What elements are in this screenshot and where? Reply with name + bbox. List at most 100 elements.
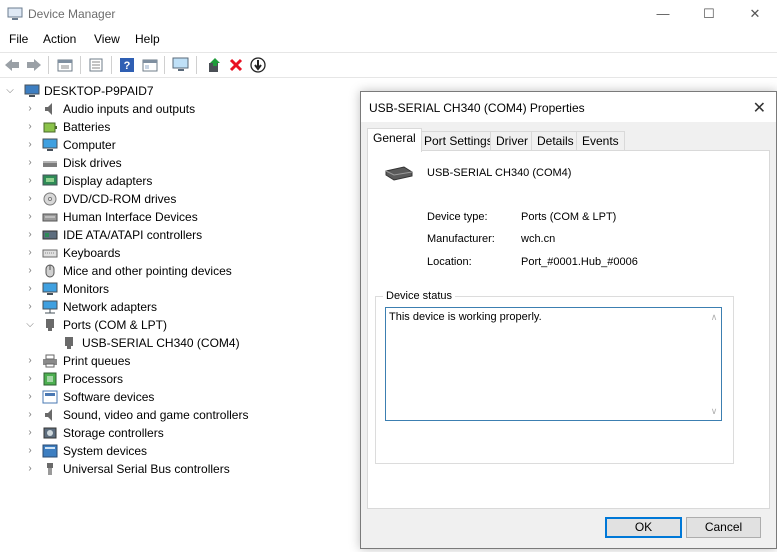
chevron-right-icon[interactable]: › xyxy=(25,424,35,442)
action-view-icon[interactable] xyxy=(141,56,159,74)
tab-port-settings[interactable]: Port Settings xyxy=(418,131,499,151)
properties-dialog: USB-SERIAL CH340 (COM4) Properties ✕ Gen… xyxy=(360,91,777,549)
toolbar-divider xyxy=(196,56,197,74)
menu-action[interactable]: Action xyxy=(43,32,76,46)
cancel-button[interactable]: Cancel xyxy=(686,517,761,538)
tree-item-print-queues[interactable]: › Print queues xyxy=(0,352,320,370)
device-type-label: Device type: xyxy=(427,211,488,223)
chevron-right-icon[interactable]: › xyxy=(25,388,35,406)
toolbar: ? xyxy=(0,52,777,78)
tree-item-batteries[interactable]: › Batteries xyxy=(0,118,320,136)
tree-item-network[interactable]: › Network adapters xyxy=(0,298,320,316)
dialog-title: USB-SERIAL CH340 (COM4) Properties xyxy=(369,101,585,115)
tree-item-hid[interactable]: › Human Interface Devices xyxy=(0,208,320,226)
tree-item-label: Print queues xyxy=(63,354,131,368)
properties-icon[interactable] xyxy=(56,56,74,74)
tree-item-software[interactable]: › Software devices xyxy=(0,388,320,406)
tree-item-monitors[interactable]: › Monitors xyxy=(0,280,320,298)
chevron-down-icon[interactable]: ⌵ xyxy=(25,316,35,334)
tab-driver[interactable]: Driver xyxy=(490,131,534,151)
tree-item-audio[interactable]: › Audio inputs and outputs xyxy=(0,100,320,118)
tree-item-label: Storage controllers xyxy=(63,426,164,440)
tree-item-ide[interactable]: › IDE ATA/ATAPI controllers xyxy=(0,226,320,244)
chevron-right-icon[interactable]: › xyxy=(25,442,35,460)
tree-item-disk-drives[interactable]: › Disk drives xyxy=(0,154,320,172)
minimize-button[interactable]: — xyxy=(640,0,686,28)
tree-item-system[interactable]: › System devices xyxy=(0,442,320,460)
tree-item-mice[interactable]: › Mice and other pointing devices xyxy=(0,262,320,280)
chevron-right-icon[interactable]: › xyxy=(25,190,35,208)
chevron-right-icon[interactable]: › xyxy=(25,136,35,154)
tab-general[interactable]: General xyxy=(367,128,422,152)
help-icon[interactable]: ? xyxy=(118,56,136,74)
chevron-right-icon[interactable]: › xyxy=(25,262,35,280)
chevron-right-icon[interactable]: › xyxy=(25,154,35,172)
ide-icon xyxy=(42,230,58,240)
chevron-right-icon[interactable]: › xyxy=(25,118,35,136)
menu-view[interactable]: View xyxy=(94,32,120,46)
tree-item-label: Display adapters xyxy=(63,174,153,188)
chevron-right-icon[interactable]: › xyxy=(25,280,35,298)
chevron-right-icon[interactable]: › xyxy=(25,352,35,370)
toolbar-divider xyxy=(48,56,49,74)
tree-item-label: Universal Serial Bus controllers xyxy=(63,462,230,476)
tab-events[interactable]: Events xyxy=(576,131,625,151)
tree-item-usb[interactable]: › Universal Serial Bus controllers xyxy=(0,460,320,478)
chevron-right-icon[interactable]: › xyxy=(25,298,35,316)
speaker-icon xyxy=(45,103,52,115)
chevron-right-icon[interactable]: › xyxy=(25,100,35,118)
tree-item-computer[interactable]: › Computer xyxy=(0,136,320,154)
close-button[interactable]: ✕ xyxy=(732,0,777,28)
display-adapter-icon xyxy=(42,174,58,186)
tree-item-label: Sound, video and game controllers xyxy=(63,408,249,422)
chevron-right-icon[interactable]: › xyxy=(25,226,35,244)
tree-item-storage[interactable]: › Storage controllers xyxy=(0,424,320,442)
hid-icon xyxy=(42,213,58,222)
chevron-right-icon[interactable]: › xyxy=(25,244,35,262)
device-manager-icon xyxy=(7,7,23,20)
chevron-down-icon[interactable]: ⌵ xyxy=(5,82,15,100)
back-arrow-icon[interactable] xyxy=(3,56,21,74)
svg-text:?: ? xyxy=(124,60,131,72)
tree-item-label: Disk drives xyxy=(63,156,122,170)
scroll-down-icon[interactable]: ∨ xyxy=(707,404,721,418)
uninstall-icon[interactable] xyxy=(227,56,245,74)
tree-item-label: Monitors xyxy=(63,282,110,296)
tree-item-ports[interactable]: ⌵ Ports (COM & LPT) xyxy=(0,316,320,334)
tree-item-processors[interactable]: › Processors xyxy=(0,370,320,388)
ok-button[interactable]: OK xyxy=(605,517,682,538)
device-status-textbox[interactable]: This device is working properly. ∧ ∨ xyxy=(385,307,722,421)
port-icon xyxy=(46,319,54,331)
location-value: Port_#0001.Hub_#0006 xyxy=(521,256,638,268)
chevron-right-icon[interactable]: › xyxy=(25,370,35,388)
tree-item-usb-serial[interactable]: USB-SERIAL CH340 (COM4) xyxy=(0,334,320,352)
menu-help[interactable]: Help xyxy=(135,32,160,46)
chevron-right-icon[interactable]: › xyxy=(25,406,35,424)
tab-details[interactable]: Details xyxy=(531,131,580,151)
maximize-button[interactable]: ☐ xyxy=(686,0,732,28)
dialog-close-button[interactable]: ✕ xyxy=(753,98,766,118)
tree-item-keyboards[interactable]: › Keyboards xyxy=(0,244,320,262)
chevron-right-icon[interactable]: › xyxy=(25,460,35,478)
menu-file[interactable]: File xyxy=(9,32,28,46)
scroll-up-icon[interactable]: ∧ xyxy=(707,310,721,324)
tree-item-display-adapters[interactable]: › Display adapters xyxy=(0,172,320,190)
forward-arrow-icon[interactable] xyxy=(25,56,43,74)
update-driver-icon[interactable] xyxy=(205,56,223,74)
tree-item-label: IDE ATA/ATAPI controllers xyxy=(63,228,203,242)
scan-hardware-icon[interactable] xyxy=(172,56,190,74)
toolbar-divider xyxy=(164,56,165,74)
tree-root-label: DESKTOP-P9PAID7 xyxy=(44,84,154,98)
tree-item-dvd[interactable]: › DVD/CD-ROM drives xyxy=(0,190,320,208)
tree-item-label: Network adapters xyxy=(63,300,158,314)
disable-device-icon[interactable] xyxy=(249,56,267,74)
monitor-icon xyxy=(42,138,58,151)
tree-root[interactable]: ⌵ DESKTOP-P9PAID7 xyxy=(0,82,300,100)
chevron-right-icon[interactable]: › xyxy=(25,208,35,226)
chevron-right-icon[interactable]: › xyxy=(25,172,35,190)
tree-item-sound[interactable]: › Sound, video and game controllers xyxy=(0,406,320,424)
location-label: Location: xyxy=(427,256,472,268)
system-icon xyxy=(42,444,58,458)
show-hidden-icon[interactable] xyxy=(87,56,105,74)
speaker-icon xyxy=(45,409,52,421)
